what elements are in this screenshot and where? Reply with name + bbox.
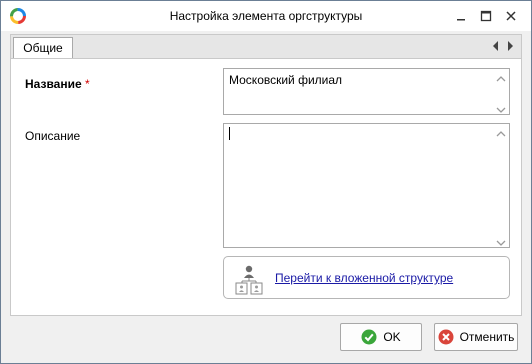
ok-button[interactable]: OK: [340, 323, 422, 351]
general-tab-panel: Название * Московский филиал Описание Пе…: [10, 58, 522, 316]
ok-button-label: OK: [383, 330, 401, 344]
tab-strip: Общие: [10, 34, 522, 59]
name-field[interactable]: Московский филиал: [223, 68, 510, 115]
name-field-value: Московский филиал: [229, 73, 343, 87]
scroll-down-icon[interactable]: [496, 236, 506, 246]
scroll-up-icon[interactable]: [496, 72, 506, 82]
checkmark-icon: [361, 329, 377, 345]
cancel-button[interactable]: Отменить: [434, 323, 518, 351]
name-label-text: Название: [25, 77, 82, 91]
description-field[interactable]: [223, 123, 510, 248]
scroll-down-icon[interactable]: [496, 103, 506, 113]
text-caret: [229, 127, 230, 140]
tab-general[interactable]: Общие: [13, 37, 73, 59]
nested-structure-link[interactable]: Перейти к вложенной структуре: [275, 271, 453, 285]
cancel-button-label: Отменить: [459, 330, 515, 344]
cancel-icon: [438, 329, 454, 345]
maximize-icon[interactable]: [477, 7, 495, 25]
tab-scroll-left-icon[interactable]: [491, 40, 501, 52]
name-label: Название *: [25, 77, 90, 91]
dialog-window: Настройка элемента оргструктуры Общие На…: [0, 0, 532, 364]
title-bar: Настройка элемента оргструктуры: [1, 1, 531, 31]
required-marker: *: [85, 77, 90, 91]
tab-scroll-right-icon[interactable]: [505, 40, 515, 52]
description-label: Описание: [25, 129, 81, 143]
close-icon[interactable]: [502, 7, 520, 25]
scroll-up-icon[interactable]: [496, 127, 506, 137]
nested-structure-link-box[interactable]: Перейти к вложенной структуре: [223, 256, 510, 299]
minimize-icon[interactable]: [452, 7, 470, 25]
org-structure-icon: [233, 263, 265, 295]
